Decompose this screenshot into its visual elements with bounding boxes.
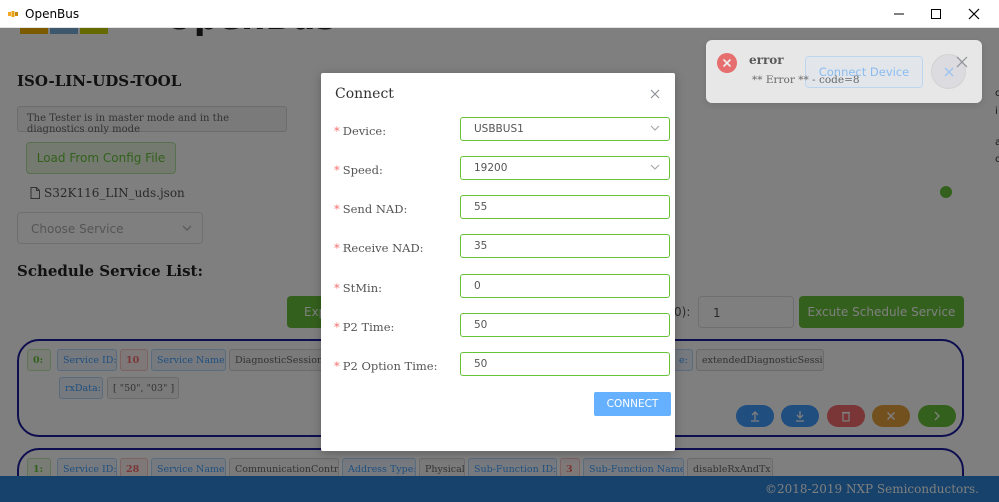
speed-label: Speed: (342, 163, 383, 177)
app-icon (8, 11, 18, 17)
device-field: * Device: USBBUS1 (321, 117, 675, 145)
close-window-button[interactable] (955, 0, 993, 28)
close-icon[interactable] (956, 56, 968, 68)
window-title: OpenBus (25, 7, 80, 21)
receive-nad-field: * Receive NAD: 35 (321, 234, 675, 262)
stmin-field: * StMin: 0 (321, 274, 675, 302)
chevron-down-icon (650, 164, 660, 170)
maximize-icon (931, 9, 941, 19)
speed-value: 19200 (474, 162, 508, 174)
close-icon (944, 67, 954, 77)
minimize-button[interactable] (880, 0, 918, 28)
speed-field: * Speed: 19200 (321, 156, 675, 184)
receive-nad-label: Receive NAD: (342, 241, 424, 255)
send-nad-label: Send NAD: (342, 202, 408, 216)
device-label: Device: (342, 124, 387, 138)
error-icon (717, 53, 737, 73)
speed-select[interactable]: 19200 (460, 156, 670, 180)
minimize-icon (894, 13, 904, 15)
dialog-title: Connect (335, 86, 394, 102)
error-notification: Connect Device error ** Error ** - code=… (706, 40, 982, 103)
send-nad-field: * Send NAD: 55 (321, 195, 675, 223)
device-select[interactable]: USBBUS1 (460, 117, 670, 141)
notification-message: ** Error ** - code=8 (752, 74, 860, 86)
send-nad-input[interactable]: 55 (460, 195, 670, 219)
p2-time-field: * P2 Time: 50 (321, 313, 675, 341)
receive-nad-input[interactable]: 35 (460, 234, 670, 258)
p2-time-input[interactable]: 50 (460, 313, 670, 337)
window-titlebar: OpenBus (0, 0, 999, 28)
close-icon (968, 8, 980, 20)
device-value: USBBUS1 (474, 123, 524, 135)
connect-button[interactable]: CONNECT (594, 392, 671, 416)
stmin-input[interactable]: 0 (460, 274, 670, 298)
close-icon[interactable] (648, 87, 662, 101)
maximize-button[interactable] (917, 0, 955, 28)
p2-option-time-label: P2 Option Time: (342, 359, 438, 373)
stmin-label: StMin: (342, 281, 382, 295)
p2-option-time-field: * P2 Option Time: 50 (321, 352, 675, 380)
chevron-down-icon (650, 125, 660, 131)
notification-title: error (749, 53, 784, 67)
p2-time-label: P2 Time: (342, 320, 395, 334)
p2-option-time-input[interactable]: 50 (460, 352, 670, 376)
connect-dialog: Connect * Device: USBBUS1 * Speed: 19200 *… (321, 73, 675, 451)
